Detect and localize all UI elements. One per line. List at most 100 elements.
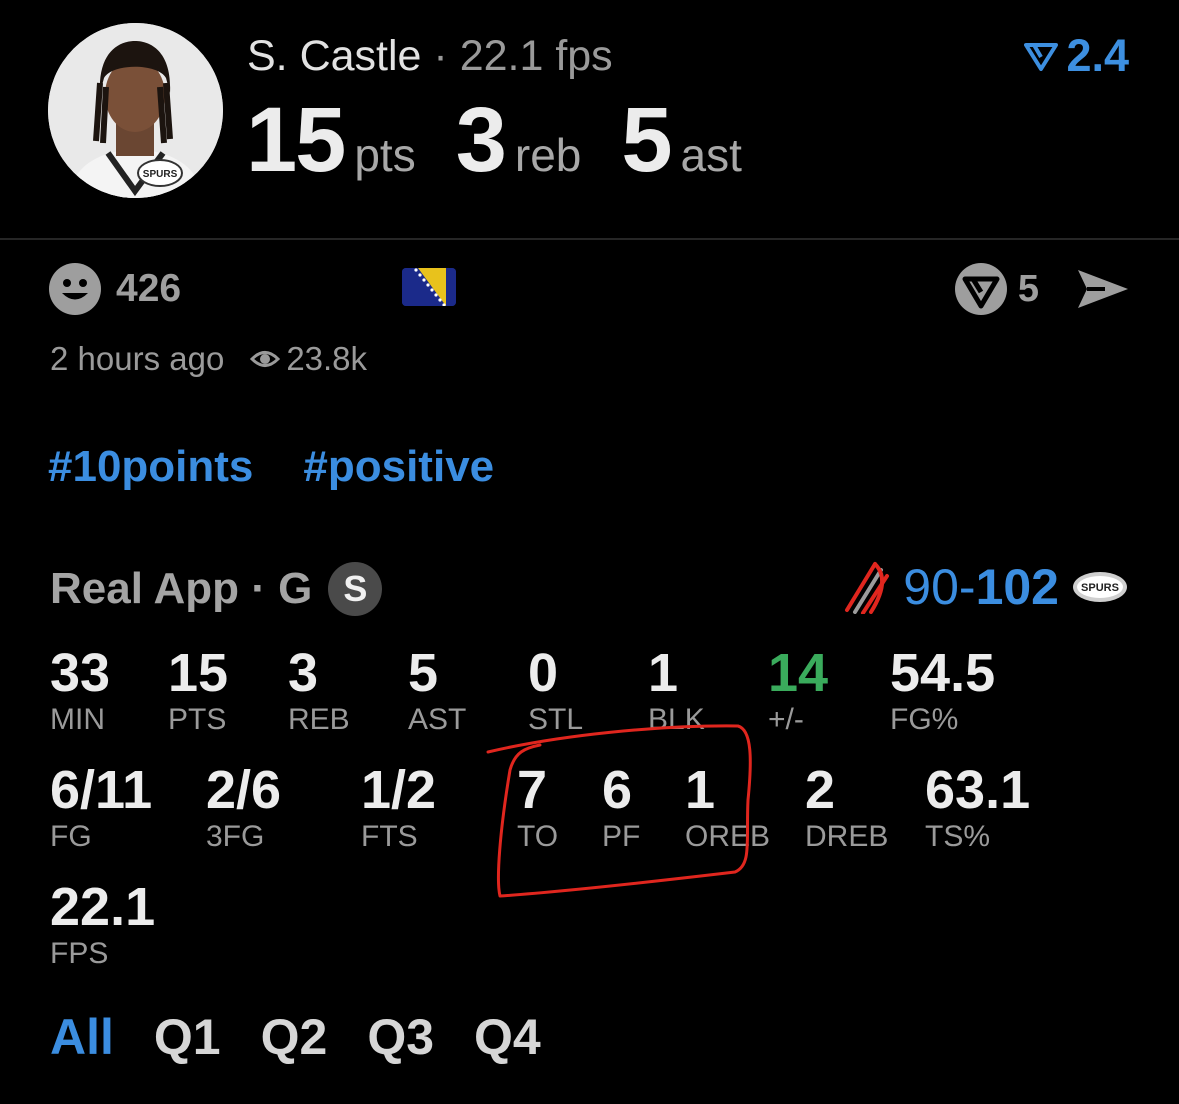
headline-stats: 15 pts 3 reb 5 ast: [246, 88, 782, 193]
stat-value: 22.1: [50, 877, 156, 937]
hashtags: #10points #positive: [48, 442, 494, 492]
stat-label: OREB: [685, 820, 771, 853]
stat-value: 1/2: [361, 760, 437, 820]
stat-label: STL: [528, 703, 584, 736]
stat-value: 1: [648, 643, 679, 703]
rating-value: 2.4: [1066, 30, 1129, 81]
stat-ast: 5 AST: [408, 645, 466, 737]
player-photo-icon: SPURS: [48, 23, 223, 198]
stat-label: FTS: [361, 820, 418, 853]
headline-pts-unit: pts: [354, 129, 416, 181]
stat-label: BLK: [648, 703, 705, 736]
eye-icon: [250, 351, 281, 367]
score-text: 90-102: [903, 558, 1059, 616]
player-name-line[interactable]: S. Castle · 22.1 fps: [247, 32, 613, 81]
svg-text:SPURS: SPURS: [143, 169, 178, 180]
vote-circle-icon[interactable]: [954, 262, 1008, 316]
stat-label: PF: [602, 820, 641, 853]
stat-value: 54.5: [890, 643, 996, 703]
rating-badge[interactable]: 2.4: [1024, 30, 1129, 82]
tab-q2[interactable]: Q2: [261, 1008, 328, 1066]
stat-label: DREB: [805, 820, 889, 853]
stat-label: AST: [408, 703, 467, 736]
stat-value: 5: [408, 643, 439, 703]
stat-value: 7: [517, 760, 548, 820]
share-area: 5: [954, 262, 1131, 316]
tab-all[interactable]: All: [50, 1008, 114, 1066]
tab-q1[interactable]: Q1: [154, 1008, 221, 1066]
score-home: 102: [975, 559, 1059, 615]
vote-down-icon: [1024, 43, 1059, 71]
stat-blk: 1 BLK: [648, 645, 705, 737]
stat-label: REB: [288, 703, 350, 736]
stat-tsminuspct: 63.1 TS%: [925, 762, 1030, 854]
vote-count: 5: [1017, 267, 1039, 310]
stat-value: 14: [768, 643, 829, 703]
headline-reb: 3: [455, 89, 507, 191]
stat-dreb: 2 DREB: [805, 762, 888, 854]
headline-pts: 15: [246, 89, 346, 191]
game-source: Real App · G S: [50, 562, 383, 616]
player-avatar[interactable]: SPURS: [48, 23, 223, 198]
stat-label: FPS: [50, 937, 109, 970]
stat-value: 1: [685, 760, 716, 820]
stat-pf: 6 PF: [602, 762, 640, 854]
headline-reb-unit: reb: [514, 129, 582, 181]
stat-oreb: 1 OREB: [685, 762, 770, 854]
game-score[interactable]: 90-102 SPURS: [841, 558, 1129, 616]
stat-label: TS%: [925, 820, 991, 853]
headline-ast-unit: ast: [680, 129, 742, 181]
bosnia-flag-icon: [402, 268, 456, 306]
stat-value: 2/6: [206, 760, 282, 820]
stat-fg: 6/11 FG: [50, 762, 152, 854]
player-fps: · 22.1 fps: [433, 32, 613, 80]
source-badge: S: [328, 562, 383, 616]
stat-to: 7 TO: [517, 762, 558, 854]
header-divider: [0, 238, 1179, 240]
stat-label: PTS: [168, 703, 227, 736]
stat-label: 3FG: [206, 820, 265, 853]
reaction-count: 426: [116, 267, 182, 310]
tab-q4[interactable]: Q4: [474, 1008, 541, 1066]
stat-label: +/-: [768, 703, 804, 736]
quarter-tabs: All Q1 Q2 Q3 Q4: [50, 1008, 541, 1066]
spurs-logo-icon: SPURS: [1073, 572, 1127, 602]
blazers-logo-icon: [845, 562, 890, 614]
stat-fps: 22.1 FPS: [50, 879, 155, 971]
svg-text:SPURS: SPURS: [1081, 582, 1119, 594]
source-label: Real App · G: [50, 564, 313, 613]
stat-stl: 0 STL: [528, 645, 583, 737]
stat-label: FG: [50, 820, 92, 853]
stat-value: 33: [50, 643, 111, 703]
stat-label: MIN: [50, 703, 105, 736]
stat-label: TO: [517, 820, 559, 853]
hashtag-positive[interactable]: #positive: [303, 442, 494, 492]
smiley-icon: [49, 263, 101, 315]
stat-value: 0: [528, 643, 559, 703]
stat-plusminus: 14 +/-: [768, 645, 828, 737]
stat-pts: 15 PTS: [168, 645, 228, 737]
stat-reb: 3 REB: [288, 645, 350, 737]
stat-fgminuspct: 54.5 FG%: [890, 645, 995, 737]
stat-fts: 1/2 FTS: [361, 762, 436, 854]
view-count-group: 23.8k: [250, 340, 367, 378]
headline-ast: 5: [621, 89, 672, 191]
stat-label: FG%: [890, 703, 959, 736]
stat-value: 63.1: [925, 760, 1031, 820]
reaction-button[interactable]: 426: [48, 262, 181, 316]
stat-value: 6/11: [50, 760, 153, 820]
post-time: 2 hours ago: [50, 340, 225, 377]
stat-min: 33 MIN: [50, 645, 110, 737]
tab-q3[interactable]: Q3: [367, 1008, 434, 1066]
stat-3fg: 2/6 3FG: [206, 762, 281, 854]
hashtag-10points[interactable]: #10points: [48, 442, 253, 492]
post-meta: 2 hours ago 23.8k: [50, 340, 367, 378]
stat-value: 6: [602, 760, 633, 820]
player-name[interactable]: S. Castle: [247, 32, 421, 80]
send-icon[interactable]: [1075, 266, 1131, 312]
stat-value: 3: [288, 643, 319, 703]
stat-value: 2: [805, 760, 836, 820]
view-count: 23.8k: [286, 340, 368, 377]
score-away: 90-: [903, 559, 976, 615]
stat-value: 15: [168, 643, 229, 703]
